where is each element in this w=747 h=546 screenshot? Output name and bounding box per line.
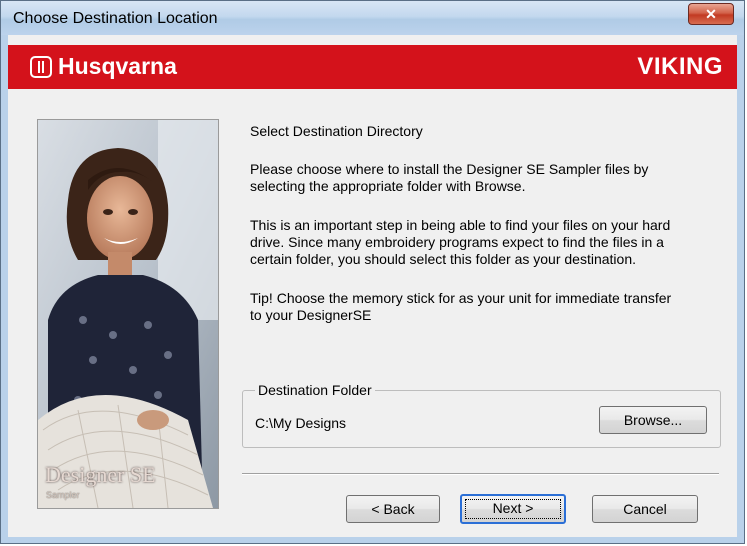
product-photo: Designer SE Sampler bbox=[37, 119, 219, 509]
focus-rectangle bbox=[465, 499, 561, 519]
husqvarna-crown-icon bbox=[30, 55, 52, 78]
close-button[interactable]: ✕ bbox=[688, 3, 734, 25]
info-line-2: drive. Since many embroidery programs ex… bbox=[250, 234, 664, 250]
title-bar[interactable]: Choose Destination Location ✕ bbox=[1, 1, 744, 35]
back-button[interactable]: < Back bbox=[346, 495, 440, 523]
dialog-client-area: Husqvarna VIKING Designer SE Sampler Sel… bbox=[8, 35, 737, 537]
destination-path: C:\My Designs bbox=[255, 415, 347, 431]
husqvarna-logo: Husqvarna bbox=[30, 53, 177, 80]
destination-folder-label: Destination Folder bbox=[255, 382, 375, 398]
brand-banner: Husqvarna VIKING bbox=[8, 45, 737, 89]
button-separator bbox=[242, 473, 719, 475]
browse-button[interactable]: Browse... bbox=[599, 406, 707, 434]
tip-line-1: Tip! Choose the memory stick for as your… bbox=[250, 290, 672, 306]
info-line-1: This is an important step in being able … bbox=[250, 217, 671, 233]
installer-window: Choose Destination Location ✕ Husqvarna … bbox=[0, 0, 745, 544]
tip-line-2: to your DesignerSE bbox=[250, 307, 372, 323]
cancel-button[interactable]: Cancel bbox=[592, 495, 698, 523]
destination-folder-group: Destination Folder C:\My Designs Browse.… bbox=[242, 382, 721, 448]
next-button[interactable]: Next > bbox=[460, 494, 566, 524]
close-icon: ✕ bbox=[705, 6, 717, 22]
section-heading: Select Destination Directory bbox=[250, 123, 423, 139]
intro-line-1: Please choose where to install the Desig… bbox=[250, 161, 649, 177]
info-line-3: certain folder, you should select this f… bbox=[250, 251, 636, 267]
window-title: Choose Destination Location bbox=[13, 10, 218, 27]
brand-left-text: Husqvarna bbox=[58, 53, 177, 79]
viking-logo: VIKING bbox=[637, 53, 723, 80]
photo-caption: Designer SE bbox=[45, 462, 156, 487]
intro-line-2: selecting the appropriate folder with Br… bbox=[250, 178, 526, 194]
woman-photo-illustration bbox=[38, 120, 218, 508]
photo-subcaption: Sampler bbox=[46, 490, 80, 500]
